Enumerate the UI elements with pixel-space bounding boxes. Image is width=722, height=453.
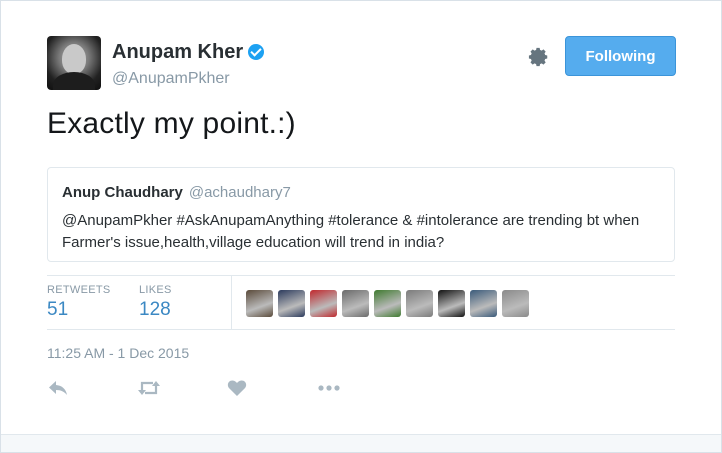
quoted-tweet-header: Anup Chaudhary @achaudhary7	[62, 184, 291, 201]
retweets-count: 51	[47, 299, 69, 320]
liker-avatar[interactable]	[406, 290, 433, 317]
more-icon	[318, 385, 340, 391]
tweet-timestamp[interactable]: 11:25 AM - 1 Dec 2015	[47, 345, 189, 361]
author-name[interactable]: Anupam Kher	[112, 41, 243, 64]
liker-avatars	[246, 290, 529, 317]
author-avatar[interactable]	[47, 36, 101, 90]
gear-icon[interactable]	[528, 46, 550, 68]
quoted-author-name: Anup Chaudhary	[62, 184, 183, 201]
retweets-stat[interactable]: RETWEETS 51	[47, 284, 111, 321]
card-footer	[1, 434, 721, 452]
liker-avatar[interactable]	[246, 290, 273, 317]
reply-button[interactable]	[47, 377, 137, 399]
liker-avatar[interactable]	[342, 290, 369, 317]
likes-label: LIKES	[139, 284, 172, 296]
liker-avatar[interactable]	[310, 290, 337, 317]
liker-avatar[interactable]	[278, 290, 305, 317]
liker-avatar[interactable]	[470, 290, 497, 317]
tweet-text: Exactly my point.:)	[47, 107, 296, 140]
likes-count: 128	[139, 299, 171, 320]
author-block: Anupam Kher @AnupamPkher	[112, 41, 265, 88]
tweet-stats: RETWEETS 51 LIKES 128	[47, 275, 675, 330]
avatar-shoulders	[53, 72, 95, 90]
tweet-card: Anupam Kher @AnupamPkher Following Exact…	[0, 0, 722, 453]
like-icon	[227, 380, 247, 396]
retweet-button[interactable]	[137, 377, 227, 399]
avatar-face	[62, 44, 86, 74]
following-button[interactable]: Following	[565, 36, 676, 76]
like-button[interactable]	[227, 377, 317, 399]
verified-badge-icon	[248, 43, 265, 60]
more-button[interactable]	[317, 377, 407, 399]
retweets-label: RETWEETS	[47, 284, 111, 296]
stats-divider	[231, 276, 232, 329]
tweet-actions	[47, 377, 407, 399]
quoted-tweet[interactable]: Anup Chaudhary @achaudhary7 @AnupamPkher …	[47, 167, 675, 262]
liker-avatar[interactable]	[374, 290, 401, 317]
reply-icon	[49, 381, 67, 395]
quoted-tweet-text: @AnupamPkher #AskAnupamAnything #toleran…	[62, 212, 640, 251]
author-handle[interactable]: @AnupamPkher	[112, 70, 264, 88]
retweet-icon	[138, 381, 160, 395]
liker-avatar[interactable]	[438, 290, 465, 317]
likes-stat[interactable]: LIKES 128	[139, 284, 172, 321]
quoted-author-handle: @achaudhary7	[188, 184, 291, 201]
liker-avatar[interactable]	[502, 290, 529, 317]
